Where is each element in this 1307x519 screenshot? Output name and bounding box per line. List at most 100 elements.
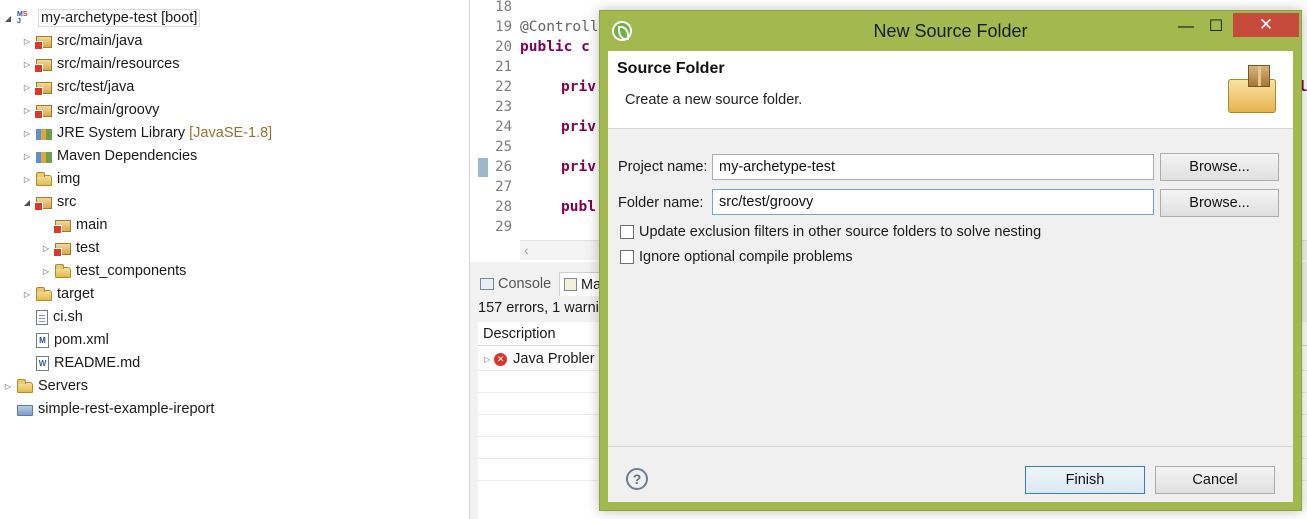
source-folder-icon: [34, 35, 52, 50]
minimize-button[interactable]: —: [1172, 13, 1200, 41]
folder-icon: [36, 286, 52, 301]
source-folder-icon: [34, 104, 52, 119]
tree-item-pom-xml[interactable]: M pom.xml: [21, 329, 109, 351]
collapsed-arrow-icon[interactable]: ▷: [21, 129, 33, 138]
tree-item-src[interactable]: ◢ src: [21, 191, 76, 213]
maximize-button[interactable]: ☐: [1202, 13, 1230, 41]
collapsed-arrow-icon[interactable]: ▷: [21, 37, 33, 46]
project-name-field[interactable]: [712, 154, 1154, 180]
tree-item-project[interactable]: ◢ MS J my-archetype-test [boot]: [2, 7, 201, 29]
line-number: 23: [495, 99, 512, 115]
collapsed-arrow-icon[interactable]: ▷: [21, 106, 33, 115]
quick-diff-marker: [478, 158, 488, 177]
source-folder-icon: [34, 58, 52, 73]
tree-item-img[interactable]: ▷ img: [21, 168, 80, 190]
collapsed-arrow-icon[interactable]: ▷: [21, 290, 33, 299]
collapsed-arrow-icon[interactable]: ▷: [21, 175, 33, 184]
help-icon[interactable]: ?: [626, 468, 648, 490]
tree-item-label: src: [57, 194, 77, 210]
tree-item-servers[interactable]: ▷ Servers: [2, 375, 88, 397]
tree-item-label: README.md: [54, 355, 141, 371]
tree-item-label: ci.sh: [53, 309, 83, 325]
spring-icon: [612, 21, 632, 41]
tree-item-label: src/main/resources: [57, 56, 180, 72]
tree-item-jre-library[interactable]: ▷ JRE System Library [JavaSE-1.8]: [21, 122, 272, 144]
browse-project-button[interactable]: Browse...: [1160, 153, 1279, 181]
tree-item-readme[interactable]: W README.md: [21, 352, 140, 374]
tree-item-label: src/test/java: [57, 79, 135, 95]
tree-item-label: Servers: [38, 378, 88, 394]
tab-label: Console: [498, 276, 552, 292]
tree-item-simple-rest-example[interactable]: simple-rest-example-ireport: [2, 398, 214, 420]
folder-icon: [36, 171, 52, 186]
tree-item-label: img: [57, 171, 81, 187]
tree-item-main[interactable]: main: [40, 214, 107, 236]
line-number: 18: [495, 0, 512, 15]
collapsed-arrow-icon[interactable]: ▷: [484, 355, 490, 364]
console-icon: [480, 278, 494, 290]
markers-icon: [564, 278, 577, 291]
line-number: 29: [495, 219, 512, 235]
package-folder-icon: [53, 242, 71, 257]
tree-item-label: main: [76, 217, 108, 233]
expanded-arrow-icon[interactable]: ◢: [2, 14, 14, 23]
expanded-arrow-icon[interactable]: ◢: [21, 198, 33, 207]
tree-item-label: src/main/java: [57, 33, 143, 49]
ignore-problems-label[interactable]: Ignore optional compile problems: [639, 249, 853, 265]
collapsed-arrow-icon[interactable]: ▷: [40, 267, 52, 276]
tree-item-src-main-java[interactable]: ▷ src/main/java: [21, 30, 142, 52]
collapsed-arrow-icon[interactable]: ▷: [2, 382, 14, 391]
line-number: 19: [495, 19, 512, 35]
tree-item-src-test-java[interactable]: ▷ src/test/java: [21, 76, 134, 98]
line-number: 20: [495, 39, 512, 55]
close-button[interactable]: ✕: [1233, 13, 1299, 37]
code-line[interactable]: publ: [561, 199, 596, 215]
tree-item-src-main-resources[interactable]: ▷ src/main/resources: [21, 53, 179, 75]
line-number: 28: [495, 199, 512, 215]
collapsed-arrow-icon[interactable]: ▷: [21, 60, 33, 69]
finish-button[interactable]: Finish: [1025, 466, 1145, 494]
table-row[interactable]: ▷ ✕ Java Probler: [484, 348, 595, 370]
tab-console[interactable]: Console: [480, 272, 551, 296]
update-exclusion-checkbox[interactable]: [620, 225, 634, 239]
problems-summary: 157 errors, 1 warni: [478, 300, 599, 316]
source-folder-wizard-icon: [1226, 63, 1278, 115]
code-line[interactable]: priv: [561, 79, 596, 95]
code-line[interactable]: priv: [561, 119, 596, 135]
package-folder-icon: [53, 219, 71, 234]
line-number: 24: [495, 119, 512, 135]
tree-item-label: simple-rest-example-ireport: [38, 401, 215, 417]
dialog-titlebar[interactable]: New Source Folder — ☐ ✕: [600, 11, 1301, 51]
collapsed-arrow-icon[interactable]: ▷: [21, 152, 33, 161]
tree-item-src-main-groovy[interactable]: ▷ src/main/groovy: [21, 99, 159, 121]
line-number: 21: [495, 59, 512, 75]
tree-item-ci-sh[interactable]: ci.sh: [21, 306, 83, 328]
browse-folder-button[interactable]: Browse...: [1160, 189, 1279, 217]
line-number: 22: [495, 79, 512, 95]
cancel-button[interactable]: Cancel: [1155, 466, 1275, 494]
folder-name-label: Folder name:: [618, 195, 704, 211]
source-folder-icon: [34, 81, 52, 96]
scroll-left-icon[interactable]: ‹: [524, 240, 529, 260]
file-icon: [36, 309, 48, 325]
tree-item-test[interactable]: ▷ test: [40, 237, 99, 259]
line-number: 25: [495, 139, 512, 155]
tree-item-maven-dependencies[interactable]: ▷ Maven Dependencies: [21, 145, 197, 167]
code-line[interactable]: @Controll: [520, 19, 599, 35]
tree-item-label: JRE System Library: [57, 125, 186, 141]
row-label: Java Probler: [513, 351, 595, 367]
folder-name-field[interactable]: [712, 189, 1154, 215]
update-exclusion-label[interactable]: Update exclusion filters in other source…: [639, 224, 1041, 240]
folder-icon: [17, 378, 33, 393]
ignore-problems-checkbox[interactable]: [620, 250, 634, 264]
package-box-icon: [1248, 65, 1270, 87]
tree-item-label: target: [57, 286, 95, 302]
maven-spring-project-icon: MS J: [17, 10, 28, 25]
collapsed-arrow-icon[interactable]: ▷: [21, 83, 33, 92]
tree-item-label: Maven Dependencies: [57, 148, 198, 164]
tree-item-target[interactable]: ▷ target: [21, 283, 94, 305]
tree-item-test-components[interactable]: ▷ test_components: [40, 260, 187, 282]
code-line[interactable]: priv: [561, 159, 596, 175]
collapsed-arrow-icon[interactable]: ▷: [40, 244, 52, 253]
code-line[interactable]: public c: [520, 39, 590, 55]
